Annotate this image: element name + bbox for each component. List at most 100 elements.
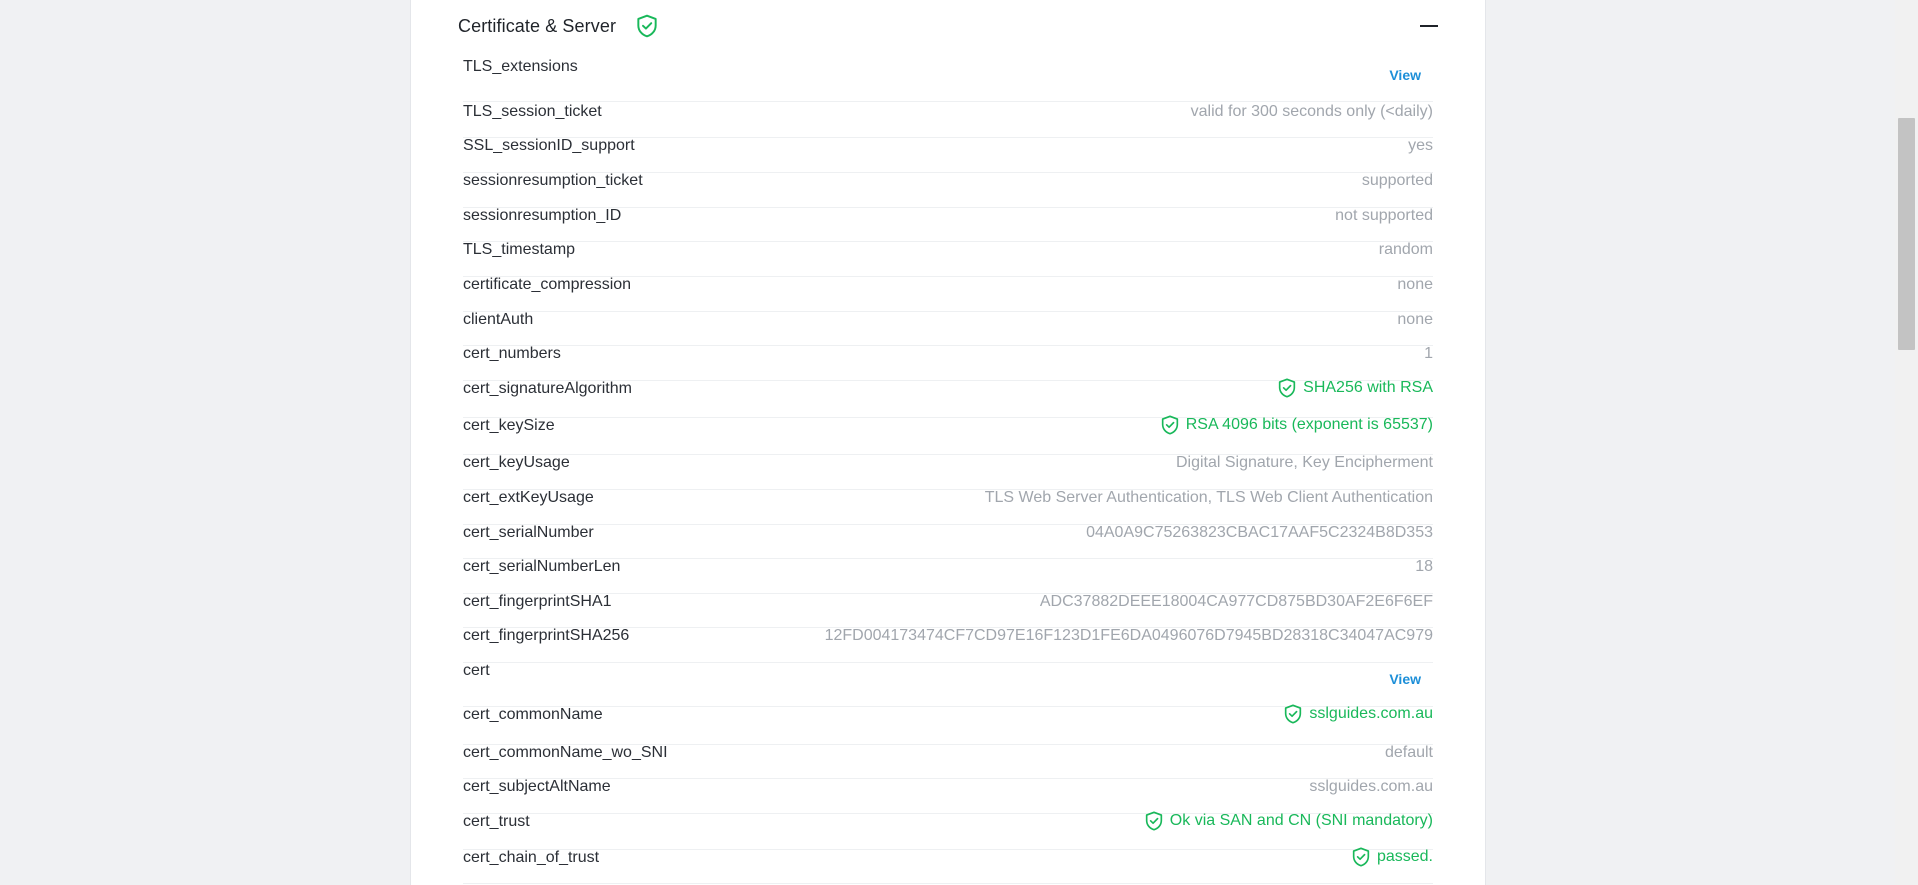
row-key: cert_numbers <box>463 345 561 362</box>
row-value: default <box>1385 744 1433 762</box>
row-value: 12FD004173474CF7CD97E16F123D1FE6DA049607… <box>825 627 1433 645</box>
row-key: sessionresumption_ID <box>463 207 622 224</box>
row-value: passed. <box>1350 846 1433 868</box>
row-key: TLS_extensions <box>463 58 578 75</box>
row-value-text: valid for 300 seconds only (<daily) <box>1190 103 1433 120</box>
table-row: cert_serialNumberLen 18 <box>463 558 1433 594</box>
table-row: cert_subjectAltName sslguides.com.au <box>463 778 1433 814</box>
row-key: sessionresumption_ticket <box>463 172 643 189</box>
table-row: cert_fingerprintSHA256 12FD004173474CF7CD… <box>463 627 1433 663</box>
row-value: sslguides.com.au <box>1282 703 1433 725</box>
row-key: SSL_sessionID_support <box>463 137 635 154</box>
table-row: cert_commonName_wo_SNI default <box>463 744 1433 779</box>
table-row: TLS_extensions View <box>463 58 1433 102</box>
row-key: cert_serialNumber <box>463 524 594 541</box>
row-key: cert_commonName_wo_SNI <box>463 744 668 761</box>
row-key: cert_chain_of_trust <box>463 849 600 866</box>
shield-check-icon <box>1161 415 1178 435</box>
row-value: none <box>1397 276 1433 294</box>
shield-check-icon <box>1285 704 1302 724</box>
table-row: cert_numbers 1 <box>463 345 1433 381</box>
row-value-text: Digital Signature, Key Encipherment <box>1175 454 1433 471</box>
row-value-text: 12FD004173474CF7CD97E16F123D1FE6DA049607… <box>824 627 1433 644</box>
section-header[interactable]: Certificate & Server <box>458 12 1443 42</box>
row-value: not supported <box>1335 207 1433 225</box>
table-row: cert_commonName sslguides.com.au <box>463 703 1433 745</box>
row-value: yes <box>1408 137 1433 155</box>
shield-check-icon <box>1278 378 1296 398</box>
row-key: cert_fingerprintSHA256 <box>463 627 630 644</box>
row-value-text: RSA 4096 bits (exponent is 65537) <box>1185 416 1433 433</box>
row-key: certificate_compression <box>463 276 632 293</box>
row-value: 18 <box>1415 558 1433 576</box>
row-value: supported <box>1362 172 1433 190</box>
row-key: cert_keySize <box>463 417 555 434</box>
scrollbar-thumb[interactable] <box>1898 118 1915 350</box>
row-value-text: yes <box>1408 137 1433 154</box>
view-link[interactable]: View <box>1389 671 1421 687</box>
row-key: cert_extKeyUsage <box>463 489 594 506</box>
row-key: clientAuth <box>463 311 534 328</box>
row-value-text: 1 <box>1424 345 1433 362</box>
table-row: cert_keySize RSA 4096 bits (exponent is 6… <box>463 414 1433 455</box>
table-row: cert View <box>463 662 1433 707</box>
row-value-text: SHA256 with RSA <box>1303 379 1433 396</box>
row-key: TLS_session_ticket <box>463 103 602 120</box>
row-value: valid for 300 seconds only (<daily) <box>1191 103 1433 121</box>
row-key: cert_fingerprintSHA1 <box>463 593 612 610</box>
section-title: Certificate & Server <box>458 16 617 36</box>
row-value-text: random <box>1378 241 1433 258</box>
row-key: cert <box>463 662 490 679</box>
row-value-text: none <box>1397 311 1433 328</box>
row-value-text: TLS Web Server Authentication, TLS Web C… <box>984 489 1433 506</box>
row-key: cert_trust <box>463 813 530 830</box>
row-value: ADC37882DEEE18004CA977CD875BD30AF2E6F6EF <box>1040 593 1433 611</box>
row-value-text: not supported <box>1335 207 1433 224</box>
row-value-text: sslguides.com.au <box>1309 778 1433 795</box>
table-row: cert_extKeyUsage TLS Web Server Authentic… <box>463 489 1433 525</box>
row-key: cert_subjectAltName <box>463 778 611 795</box>
row-value: sslguides.com.au <box>1309 778 1433 796</box>
row-value-text: default <box>1384 744 1433 761</box>
row-value: Ok via SAN and CN (SNI mandatory) <box>1143 810 1433 832</box>
row-value-text: 18 <box>1415 558 1433 575</box>
certificate-server-card: Certificate & Server TLS_extensions View T… <box>410 0 1486 885</box>
table-row: sessionresumption_ID not supported <box>463 207 1433 242</box>
row-value-text: Ok via SAN and CN (SNI mandatory) <box>1169 812 1433 829</box>
table-row: TLS_timestamp random <box>463 241 1433 277</box>
table-row: SSL_sessionID_support yes <box>463 137 1433 173</box>
row-value: 04A0A9C75263823CBAC17AAF5C2324B8D353 <box>1086 524 1433 542</box>
row-key: TLS_timestamp <box>463 241 576 258</box>
view-link[interactable]: View <box>1389 67 1421 83</box>
table-row: certificate_compression none <box>463 276 1433 312</box>
row-key: cert_keyUsage <box>463 454 570 471</box>
table-row: cert_keyUsage Digital Signature, Key Enci… <box>463 454 1433 490</box>
page-viewport: Certificate & Server TLS_extensions View T… <box>0 0 1918 885</box>
row-value-text: sslguides.com.au <box>1309 705 1433 722</box>
row-value-text: 04A0A9C75263823CBAC17AAF5C2324B8D353 <box>1086 524 1433 541</box>
row-value-text: none <box>1397 276 1433 293</box>
shield-check-icon <box>1145 811 1162 831</box>
row-value: Digital Signature, Key Encipherment <box>1176 454 1433 472</box>
row-value: 1 <box>1424 345 1433 363</box>
minus-icon <box>1420 25 1438 27</box>
collapse-button[interactable] <box>1413 12 1443 42</box>
table-row: cert_fingerprintSHA1 ADC37882DEEE18004CA9… <box>463 593 1433 628</box>
scrollbar[interactable] <box>1895 0 1918 885</box>
row-value: none <box>1397 311 1433 329</box>
table-row: cert_trust Ok via SAN and CN (SNI mandato… <box>463 810 1433 850</box>
row-value: RSA 4096 bits (exponent is 65537) <box>1159 414 1433 436</box>
row-key: cert_commonName <box>463 706 603 723</box>
row-value: TLS Web Server Authentication, TLS Web C… <box>985 489 1433 507</box>
table-row: cert_chain_of_trust passed. <box>463 846 1433 884</box>
row-value-text: passed. <box>1376 848 1433 865</box>
table-row: TLS_session_ticket valid for 300 seconds … <box>463 103 1433 138</box>
row-key: cert_signatureAlgorithm <box>463 380 632 397</box>
shield-check-icon <box>637 14 657 38</box>
row-key: cert_serialNumberLen <box>463 558 621 575</box>
row-value: SHA256 with RSA <box>1276 377 1433 399</box>
table-row: cert_signatureAlgorithm SHA256 with RSA <box>463 377 1433 418</box>
row-value-text: supported <box>1361 172 1433 189</box>
table-row: clientAuth none <box>463 311 1433 346</box>
row-value: random <box>1379 241 1433 259</box>
